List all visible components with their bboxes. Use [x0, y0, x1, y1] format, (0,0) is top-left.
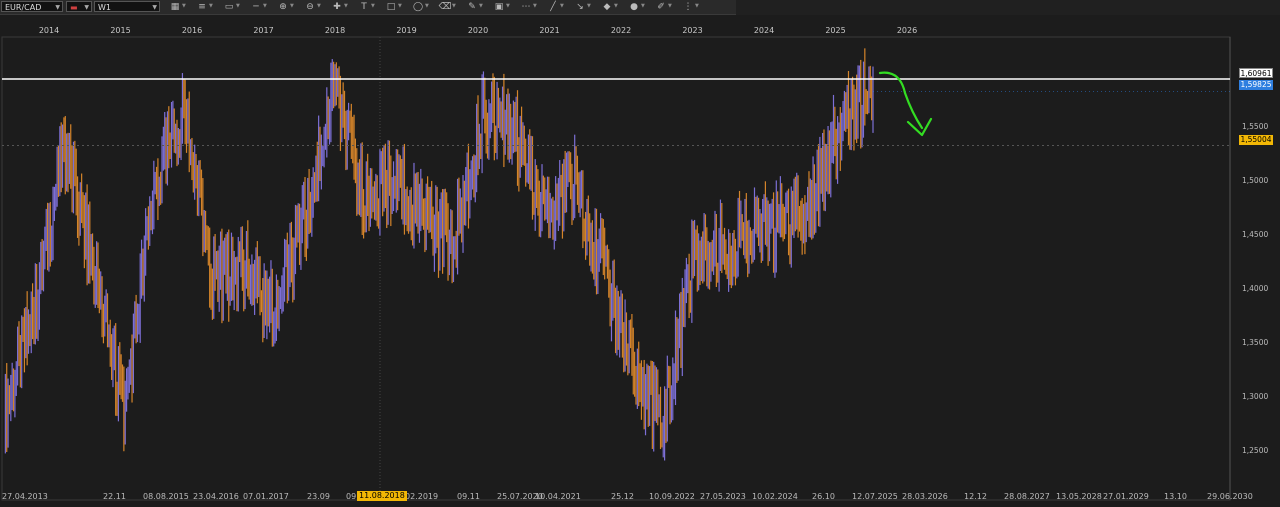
time-tick-label: 07.01.2017 — [243, 492, 289, 501]
time-tick-label: 25.12 — [611, 492, 634, 501]
time-tick-label: 10.09.2022 — [649, 492, 695, 501]
time-tick-label: 08.08.2015 — [143, 492, 189, 501]
chevron-down-icon[interactable]: ▼ — [668, 3, 672, 9]
time-tick-label: 13.05.2028 — [1056, 492, 1102, 501]
time-tick-label: 23.04.2016 — [193, 492, 239, 501]
chevron-down-icon[interactable]: ▼ — [263, 3, 267, 9]
fib-icon[interactable]: ⋯ — [519, 1, 533, 13]
chevron-down-icon[interactable]: ▼ — [533, 3, 537, 9]
time-tick-label: 28.08.2027 — [1004, 492, 1050, 501]
arrow-icon[interactable]: ↘ — [573, 1, 587, 13]
channel-icon[interactable]: ╱ — [546, 1, 560, 13]
resistance-price-tag: 1,60961 — [1239, 68, 1273, 78]
screenshot-icon[interactable]: ▣ — [492, 1, 506, 13]
chevron-down-icon[interactable]: ▼ — [452, 3, 456, 9]
chevron-down-icon: ▼ — [84, 4, 89, 11]
current-price-tag: 1,59825 — [1239, 80, 1273, 90]
chevron-down-icon: ▼ — [152, 4, 157, 11]
chevron-down-icon[interactable]: ▼ — [290, 3, 294, 9]
brush-icon[interactable]: ✐ — [654, 1, 668, 13]
timeframe-select[interactable]: W1 ▼ — [94, 1, 160, 12]
price-tick-label: 1,4500 — [1242, 230, 1269, 240]
chevron-down-icon[interactable]: ▼ — [560, 3, 564, 9]
chevron-down-icon[interactable]: ▼ — [209, 3, 213, 9]
time-tick-label: 12.07.2025 — [852, 492, 898, 501]
price-tick-label: 1,5500 — [1242, 122, 1269, 132]
time-tick-label: 29.06.2030 — [1207, 492, 1253, 501]
cursor-date-label: 11.08.2018 — [357, 491, 407, 501]
chevron-down-icon[interactable]: ▼ — [344, 3, 348, 9]
marker-icon[interactable]: ● — [627, 1, 641, 13]
more-icon[interactable]: ⋮ — [681, 1, 695, 13]
ellipse-icon[interactable]: ◯ — [411, 1, 425, 13]
eraser-icon[interactable]: ⌫ — [438, 1, 452, 13]
bar-chart-icon[interactable]: ▦ — [168, 1, 182, 13]
price-tick-label: 1,3500 — [1242, 338, 1269, 348]
time-tick-label: 23.09 — [307, 492, 330, 501]
rectangle-icon[interactable]: □ — [384, 1, 398, 13]
price-chart[interactable] — [0, 15, 1280, 507]
chevron-down-icon[interactable]: ▼ — [371, 3, 375, 9]
crosshair-icon[interactable]: ✚ — [330, 1, 344, 13]
level-price-tag: 1,55004 — [1239, 135, 1273, 145]
time-tick-label: 10.02.2024 — [752, 492, 798, 501]
time-tick-label: 12.12 — [964, 492, 987, 501]
candle-icon: ▬ — [70, 3, 78, 12]
chevron-down-icon[interactable]: ▼ — [398, 3, 402, 9]
time-tick-label: 28.03.2026 — [902, 492, 948, 501]
time-tick-label: 13.10 — [1164, 492, 1187, 501]
price-tick-label: 1,5000 — [1242, 176, 1269, 186]
time-tick-label: 27.05.2023 — [700, 492, 746, 501]
price-tick-label: 1,4000 — [1242, 284, 1269, 294]
toolbar-strip: EUR/CAD ▼ ▬ ▼ W1 ▼ ▦ ▼ ≡ ▼ ▭ ▼ ─ ▼ ⊕ ▼ ⊖ ▼ ✚ ▼ T ▼ □ ▼ ◯ ▼ ⌫… — [0, 0, 736, 15]
chevron-down-icon[interactable]: ▼ — [317, 3, 321, 9]
time-tick-label: 10.04.2021 — [535, 492, 581, 501]
chevron-down-icon[interactable]: ▼ — [479, 3, 483, 9]
chevron-down-icon[interactable]: ▼ — [236, 3, 240, 9]
time-tick-label: 22.11 — [103, 492, 126, 501]
line-style-icon[interactable]: ≡ — [195, 1, 209, 13]
pencil-icon[interactable]: ✎ — [465, 1, 479, 13]
chevron-down-icon[interactable]: ▼ — [506, 3, 510, 9]
chevron-down-icon[interactable]: ▼ — [641, 3, 645, 9]
trend-line-icon[interactable]: ─ — [249, 1, 263, 13]
time-tick-label: 27.01.2029 — [1103, 492, 1149, 501]
zoom-out-icon[interactable]: ⊖ — [303, 1, 317, 13]
toolbar: EUR/CAD ▼ ▬ ▼ W1 ▼ ▦ ▼ ≡ ▼ ▭ ▼ ─ ▼ ⊕ ▼ ⊖ ▼ ✚ ▼ T ▼ □ ▼ ◯ ▼ ⌫… — [0, 0, 1280, 15]
chevron-down-icon[interactable]: ▼ — [614, 3, 618, 9]
chevron-down-icon[interactable]: ▼ — [587, 3, 591, 9]
time-tick-label: 26.10 — [812, 492, 835, 501]
chevron-down-icon: ▼ — [55, 4, 60, 11]
price-tick-label: 1,2500 — [1242, 446, 1269, 456]
text-tool-icon[interactable]: T — [357, 1, 371, 13]
chevron-down-icon[interactable]: ▼ — [182, 3, 186, 9]
chevron-down-icon[interactable]: ▼ — [425, 3, 429, 9]
timeframe-label: W1 — [98, 3, 111, 12]
chart-type-select[interactable]: ▬ ▼ — [66, 1, 92, 12]
time-tick-label: 02.2019 — [405, 492, 439, 501]
shapes-icon[interactable]: ◆ — [600, 1, 614, 13]
time-tick-label: 09.11 — [457, 492, 480, 501]
price-tick-label: 1,3000 — [1242, 392, 1269, 402]
time-tick-label: 27.04.2013 — [2, 492, 48, 501]
symbol-select[interactable]: EUR/CAD ▼ — [1, 1, 63, 12]
symbol-label: EUR/CAD — [5, 3, 42, 12]
chevron-down-icon[interactable]: ▼ — [695, 3, 699, 9]
horizontal-line-icon[interactable]: ▭ — [222, 1, 236, 13]
zoom-in-icon[interactable]: ⊕ — [276, 1, 290, 13]
